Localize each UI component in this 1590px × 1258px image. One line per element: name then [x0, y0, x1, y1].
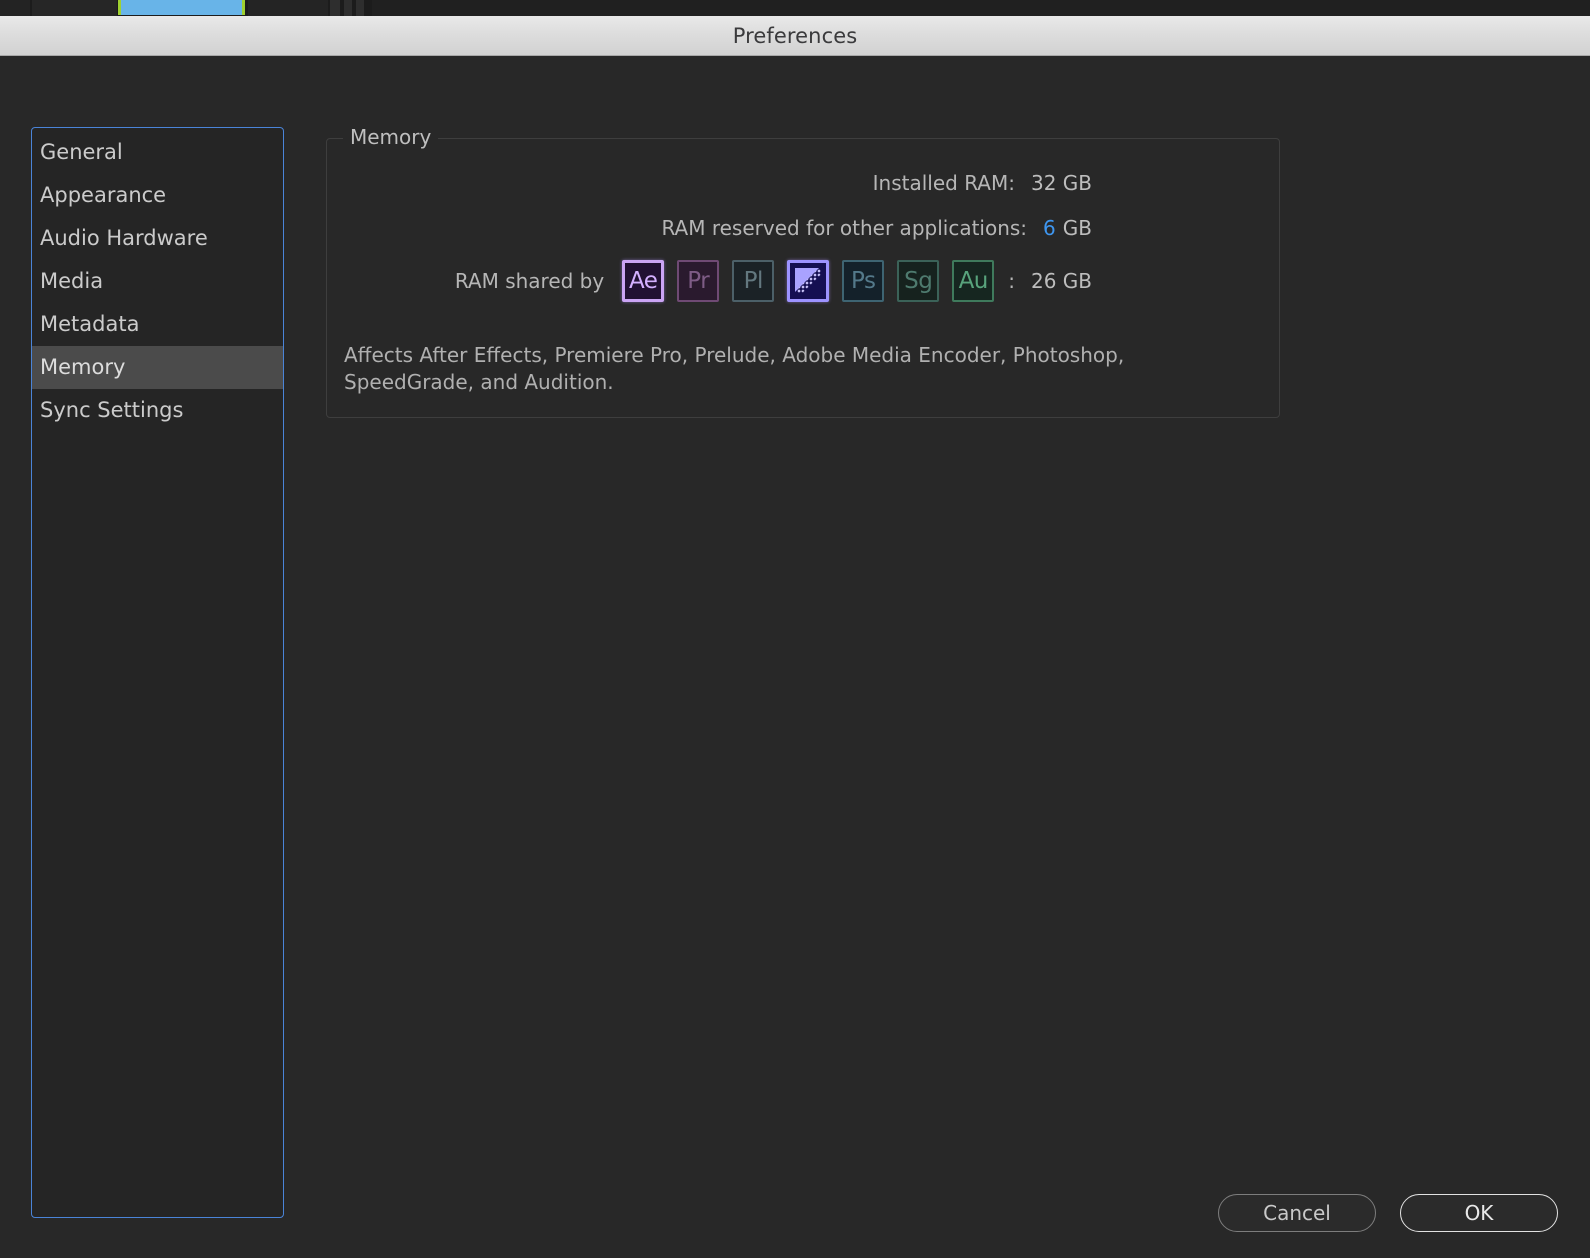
reserved-ram-label: RAM reserved for other applications: [661, 216, 1028, 240]
premiere-pro-icon[interactable]: Pr [677, 260, 720, 302]
memory-groupbox-legend: Memory [343, 125, 439, 149]
timeline-clip-bar [118, 0, 245, 15]
after-effects-icon[interactable]: Ae [622, 260, 665, 302]
sidebar-item-sync-settings[interactable]: Sync Settings [32, 389, 283, 432]
sidebar-item-media[interactable]: Media [32, 260, 283, 303]
shared-ram-separator: : [1008, 269, 1015, 293]
installed-ram-value: 32 GB [1030, 171, 1092, 195]
cancel-button[interactable]: Cancel [1218, 1194, 1376, 1232]
dialog-titlebar: Preferences [0, 16, 1590, 56]
background-panel-left [0, 0, 30, 16]
ok-button[interactable]: OK [1400, 1194, 1558, 1232]
preferences-dialog: Preferences General Appearance Audio Har… [0, 16, 1590, 1258]
reserved-ram-input[interactable]: 6 [1043, 216, 1056, 240]
ame-triangle-glyph [795, 268, 822, 294]
memory-description-text: Affects After Effects, Premiere Pro, Pre… [344, 343, 1125, 394]
reserved-ram-unit: GB [1062, 216, 1092, 240]
reserved-ram-row: RAM reserved for other applications: 6 G… [327, 216, 1092, 240]
dialog-footer: Cancel OK [1194, 1194, 1558, 1232]
installed-ram-row: Installed RAM: 32 GB [327, 171, 1092, 195]
dialog-body: General Appearance Audio Hardware Media … [0, 56, 1590, 1258]
installed-ram-label: Installed RAM: [872, 171, 1015, 195]
adobe-media-encoder-icon[interactable] [787, 260, 830, 302]
background-tick-3 [356, 0, 364, 16]
sidebar-item-audio-hardware[interactable]: Audio Hardware [32, 217, 283, 260]
preferences-category-list[interactable]: General Appearance Audio Hardware Media … [31, 127, 284, 1218]
dialog-title: Preferences [732, 23, 858, 48]
background-panel-right [372, 0, 1590, 16]
sidebar-item-metadata[interactable]: Metadata [32, 303, 283, 346]
photoshop-icon[interactable]: Ps [842, 260, 885, 302]
background-tick-1 [330, 0, 340, 16]
shared-ram-row: RAM shared by Ae Pr Pl Ps Sg Au : 26 GB [327, 260, 1092, 302]
background-tick-2 [344, 0, 352, 16]
speedgrade-icon[interactable]: Sg [897, 260, 940, 302]
prelude-icon[interactable]: Pl [732, 260, 775, 302]
sidebar-item-appearance[interactable]: Appearance [32, 174, 283, 217]
sidebar-item-general[interactable]: General [32, 131, 283, 174]
audition-icon[interactable]: Au [952, 260, 995, 302]
shared-app-icon-group: Ae Pr Pl Ps Sg Au [622, 260, 995, 302]
shared-ram-label: RAM shared by [454, 269, 605, 293]
sidebar-item-memory[interactable]: Memory [32, 346, 283, 389]
shared-ram-value: 26 GB [1030, 269, 1092, 293]
background-panel-second [32, 0, 117, 16]
background-panel-third [248, 0, 328, 16]
memory-groupbox: Memory Installed RAM: 32 GB RAM reserved… [326, 125, 1280, 418]
background-app-strip [0, 0, 1590, 16]
